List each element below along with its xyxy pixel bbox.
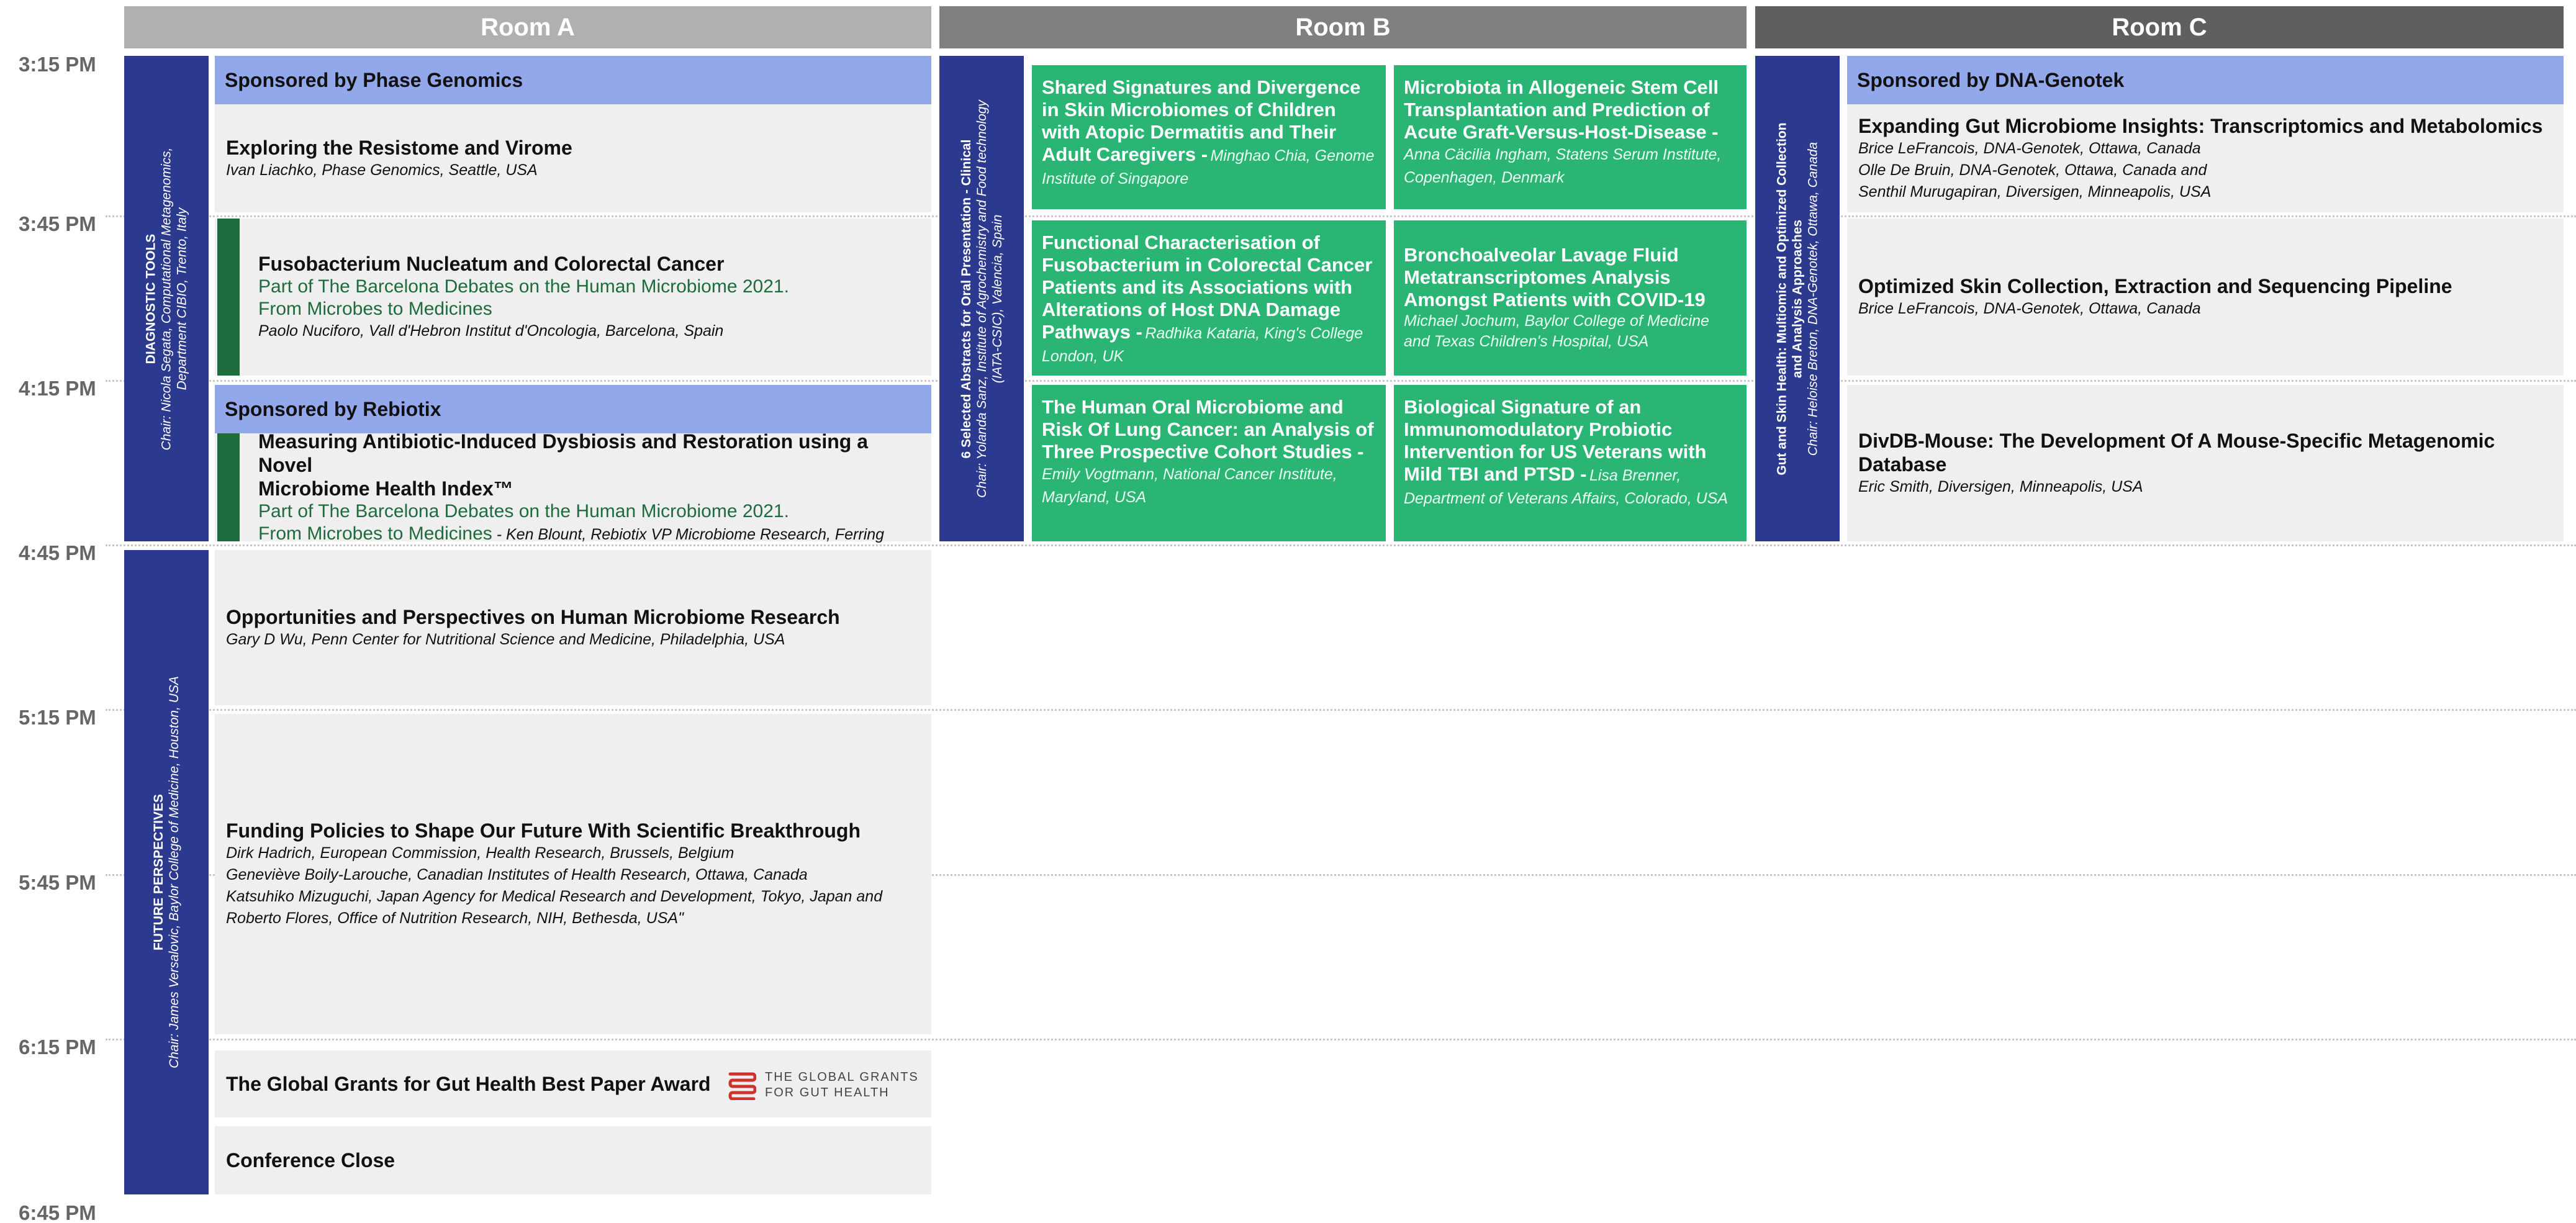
session-speaker: Eric Smith, Diversigen, Minneapolis, USA — [1858, 477, 2143, 495]
grid-line — [106, 1039, 2576, 1040]
sponsor-banner: Sponsored by DNA-Genotek — [1847, 56, 2564, 104]
session-title: Optimized Skin Collection, Extraction an… — [1858, 275, 2452, 297]
time-label: 3:45 PM — [19, 212, 96, 235]
series-marker — [217, 219, 240, 376]
global-grants-logo: THE GLOBAL GRANTS FOR GUT HEALTH — [728, 1070, 919, 1101]
time-label: 4:45 PM — [19, 541, 96, 564]
grid-line — [106, 215, 2576, 217]
session-funding-policies: Funding Policies to Shape Our Future Wit… — [215, 714, 931, 1034]
chair-affiliation: Department CIBIO, Trento, Italy — [174, 207, 189, 390]
session-expanding-gut-insights: Expanding Gut Microbiome Insights: Trans… — [1847, 104, 2564, 212]
room-a-header: Room A — [124, 6, 931, 48]
session-title: Measuring Antibiotic-Induced Dysbiosis a… — [258, 430, 869, 476]
session-speaker: Geneviève Boily-Larouche, Canadian Insti… — [226, 866, 808, 883]
session-opportunities: Opportunities and Perspectives on Human … — [215, 550, 931, 705]
abstract-title: Microbiota in Allogeneic Stem Cell Trans… — [1404, 76, 1719, 143]
session-speaker: Katsuhiko Mizuguchi, Japan Agency for Me… — [226, 888, 883, 905]
chair-title: 6 Selected Abstracts for Oral Presentati… — [959, 139, 974, 458]
session-divdb-mouse: DivDB-Mouse: The Development Of A Mouse-… — [1847, 385, 2564, 541]
session-measuring-antibiotic: Measuring Antibiotic-Induced Dysbiosis a… — [215, 430, 931, 544]
abstract-card: Bronchoalveolar Lavage Fluid Metatranscr… — [1394, 220, 1747, 376]
abstract-card: Biological Signature of an Immunomodulat… — [1394, 385, 1747, 541]
session-title: Expanding Gut Microbiome Insights: Trans… — [1858, 114, 2543, 137]
room-b-header: Room B — [939, 6, 1747, 48]
time-label: 4:15 PM — [19, 377, 96, 400]
session-speaker: Brice LeFrancois, DNA-Genotek, Ottawa, C… — [1858, 300, 2201, 317]
chair-selected-abstracts: 6 Selected Abstracts for Oral Presentati… — [939, 56, 1024, 541]
gut-logo-icon — [728, 1072, 756, 1100]
series-marker — [217, 433, 240, 541]
session-exploring-resistome: Exploring the Resistome and Virome Ivan … — [215, 104, 931, 212]
session-speaker: Gary D Wu, Penn Center for Nutritional S… — [226, 630, 785, 648]
session-title: Fusobacterium Nucleatum and Colorectal C… — [258, 253, 725, 275]
chair-affiliation: (IATA-CSIC), Valencia, Spain — [990, 214, 1005, 383]
time-label: 6:45 PM — [19, 1201, 96, 1223]
session-speaker: Olle De Bruin, DNA-Genotek, Ottawa, Cana… — [1858, 161, 2207, 179]
abstract-card: Microbiota in Allogeneic Stem Cell Trans… — [1394, 65, 1747, 209]
session-speaker: Senthil Murugapiran, Diversigen, Minneap… — [1858, 183, 2212, 201]
chair-future-perspectives: FUTURE PERSPECTIVES Chair: James Versalo… — [124, 550, 209, 1194]
room-c-header: Room C — [1755, 6, 2564, 48]
chair-gut-skin-health: Gut and Skin Health: Multiomic and Optim… — [1755, 56, 1840, 541]
time-label: 5:45 PM — [19, 871, 96, 894]
session-speaker: - Ken Blount, Rebiotix VP Microbiome Res… — [492, 525, 885, 543]
session-series: From Microbes to Medicines — [258, 523, 492, 544]
time-label: 3:15 PM — [19, 53, 96, 76]
abstract-title: Bronchoalveolar Lavage Fluid Metatranscr… — [1404, 244, 1706, 310]
session-title: Microbiome Health Index™ — [258, 477, 513, 500]
time-label: 6:15 PM — [19, 1036, 96, 1058]
chair-name: Chair: Heloise Breton, DNA-Genotek, Otta… — [1805, 142, 1820, 456]
grid-line — [106, 709, 2576, 711]
session-speaker: Brice LeFrancois, DNA-Genotek, Ottawa, C… — [1858, 139, 2201, 157]
abstract-speaker: Michael Jochum, Baylor College of Medici… — [1404, 312, 1709, 350]
chair-name: Chair: Yolanda Sanz, Institute of Agroch… — [974, 99, 989, 498]
abstract-card: The Human Oral Microbiome and Risk Of Lu… — [1032, 385, 1386, 541]
logo-text: FOR GUT HEALTH — [765, 1086, 890, 1099]
chair-title: FUTURE PERSPECTIVES — [151, 793, 166, 951]
chair-diagnostic-tools: DIAGNOSTIC TOOLS Chair: Nicola Segata, C… — [124, 56, 209, 541]
session-series: From Microbes to Medicines — [258, 299, 492, 319]
abstract-card: Shared Signatures and Divergence in Skin… — [1032, 65, 1386, 209]
abstract-title: The Human Oral Microbiome and Risk Of Lu… — [1042, 396, 1374, 463]
session-series: Part of The Barcelona Debates on the Hum… — [258, 276, 789, 297]
time-label: 5:15 PM — [19, 706, 96, 729]
sponsor-banner: Sponsored by Rebiotix — [215, 385, 931, 433]
session-speaker: Ivan Liachko, Phase Genomics, Seattle, U… — [226, 161, 538, 179]
session-title: Funding Policies to Shape Our Future Wit… — [226, 819, 861, 842]
chair-name: Chair: Nicola Segata, Computational Meta… — [159, 147, 174, 450]
session-fusobacterium: Fusobacterium Nucleatum and Colorectal C… — [215, 219, 931, 376]
chair-title: and Analysis Approaches — [1790, 219, 1805, 378]
session-speaker: Paolo Nuciforo, Vall d'Hebron Institut d… — [258, 322, 724, 340]
session-speaker: Roberto Flores, Office of Nutrition Rese… — [226, 909, 684, 927]
chair-title: Gut and Skin Health: Multiomic and Optim… — [1774, 122, 1789, 476]
session-series: Part of The Barcelona Debates on the Hum… — [258, 500, 789, 521]
abstract-speaker: Anna Cäcilia Ingham, Statens Serum Insti… — [1404, 146, 1722, 186]
logo-text: THE GLOBAL GRANTS — [765, 1070, 919, 1084]
abstract-speaker: Emily Vogtmann, National Cancer Institut… — [1042, 466, 1337, 506]
session-optimized-skin-collection: Optimized Skin Collection, Extraction an… — [1847, 219, 2564, 376]
chair-title: DIAGNOSTIC TOOLS — [143, 233, 158, 364]
sponsor-banner: Sponsored by Phase Genomics — [215, 56, 931, 104]
session-title: Conference Close — [226, 1149, 395, 1171]
session-title: Exploring the Resistome and Virome — [226, 136, 572, 159]
session-speaker: Dirk Hadrich, European Commission, Healt… — [226, 844, 734, 862]
abstract-card: Functional Characterisation of Fusobacte… — [1032, 220, 1386, 376]
session-title: Opportunities and Perspectives on Human … — [226, 605, 840, 628]
chair-name: Chair: James Versalovic, Baylor College … — [167, 676, 182, 1068]
grid-line — [106, 380, 2576, 382]
session-title: DivDB-Mouse: The Development Of A Mouse-… — [1858, 429, 2495, 476]
session-conference-close: Conference Close — [215, 1126, 931, 1194]
